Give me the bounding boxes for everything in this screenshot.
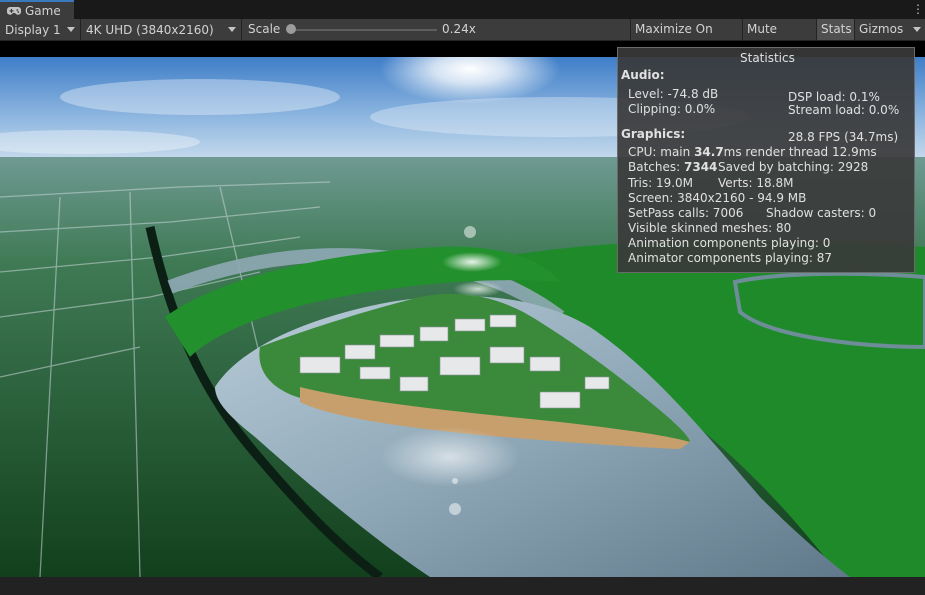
mute-audio-toggle[interactable]: Mute Audio <box>742 19 816 57</box>
tris: Tris: 19.0M <box>628 176 694 190</box>
cpu-suffix: ms render thread 12.9ms <box>723 145 877 159</box>
tab-label: Game <box>25 3 61 18</box>
saved-by-batching: Saved by batching: 2928 <box>718 160 869 174</box>
stats-label: Stats <box>821 22 852 36</box>
gizmos-label: Gizmos <box>859 22 904 36</box>
cpu-timing: CPU: main 34.7ms render thread 12.9ms <box>628 145 877 160</box>
chevron-down-icon <box>228 27 236 32</box>
batches: Batches: 7344 <box>628 160 717 175</box>
resolution-dropdown-value: 4K UHD (3840x2160) <box>86 22 214 37</box>
more-options-icon[interactable]: ⋮ <box>912 2 924 16</box>
stats-toggle[interactable]: Stats <box>816 19 854 40</box>
stream-load: Stream load: 0.0% <box>788 103 900 117</box>
divider <box>241 19 242 40</box>
statistics-panel: Statistics Audio: Level: -74.8 dB DSP lo… <box>617 47 915 273</box>
visible-skinned-meshes: Visible skinned meshes: 80 <box>628 221 792 235</box>
tab-bar: Game ⋮ <box>0 0 925 19</box>
graphics-header: Graphics: <box>621 127 686 141</box>
shadow-casters: Shadow casters: 0 <box>766 206 877 220</box>
cpu-main-value: 34.7 <box>694 145 724 159</box>
tab-game[interactable]: Game <box>0 0 74 19</box>
batches-value: 7344 <box>684 160 718 174</box>
verts: Verts: 18.8M <box>718 176 794 190</box>
audio-level: Level: -74.8 dB <box>628 87 719 101</box>
gamepad-icon <box>7 6 21 15</box>
fps-readout: 28.8 FPS (34.7ms) <box>788 130 899 144</box>
clipping: Clipping: 0.0% <box>628 102 716 116</box>
cpu-prefix: CPU: main <box>628 145 695 159</box>
setpass-calls: SetPass calls: 7006 <box>628 206 744 220</box>
game-toolbar: Display 1 4K UHD (3840x2160) Scale 0.24x… <box>0 19 925 57</box>
audio-header: Audio: <box>621 68 665 82</box>
statistics-title: Statistics <box>740 51 795 65</box>
gizmos-dropdown[interactable]: Gizmos <box>854 19 925 40</box>
display-dropdown-value: Display 1 <box>5 22 61 37</box>
maximize-on-play-toggle[interactable]: Maximize On Play <box>630 19 742 57</box>
chevron-down-icon <box>67 27 75 32</box>
display-dropdown[interactable]: Display 1 <box>0 19 80 40</box>
scale-slider-handle[interactable] <box>286 24 296 34</box>
viewport-bottom-bar <box>0 577 925 595</box>
chevron-down-icon <box>913 27 921 32</box>
animation-components: Animation components playing: 0 <box>628 236 831 250</box>
animator-components: Animator components playing: 87 <box>628 251 833 265</box>
scale-value: 0.24x <box>442 22 476 36</box>
resolution-dropdown[interactable]: 4K UHD (3840x2160) <box>81 19 241 40</box>
scale-slider-track[interactable] <box>291 29 437 31</box>
batches-prefix: Batches: <box>628 160 684 174</box>
screen-info: Screen: 3840x2160 - 94.9 MB <box>628 191 807 205</box>
scale-label: Scale <box>248 22 281 36</box>
